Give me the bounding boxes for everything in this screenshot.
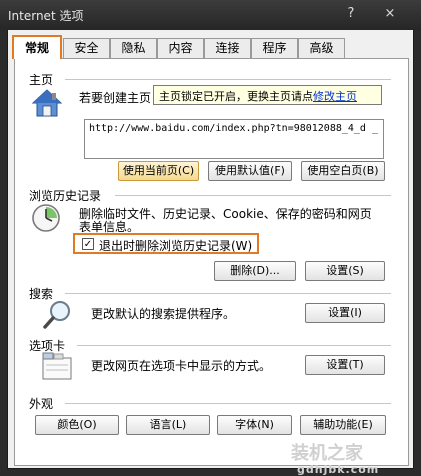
tab-connections[interactable]: 连接 <box>204 38 251 58</box>
colors-button[interactable]: 颜色(O) <box>35 415 119 435</box>
tab-advanced[interactable]: 高级 <box>298 38 345 58</box>
homepage-section-label: 主页 <box>29 73 54 87</box>
delete-history-button[interactable]: 删除(D)... <box>214 261 296 281</box>
fonts-button[interactable]: 字体(N) <box>217 415 292 435</box>
tabbed-window-icon <box>41 351 73 381</box>
homepage-description: 若要创建主页 <box>79 91 152 105</box>
modify-homepage-link[interactable]: 修改主页 <box>313 90 357 103</box>
use-default-button[interactable]: 使用默认值(F) <box>208 161 292 181</box>
tabs-settings-button[interactable]: 设置(T) <box>305 355 385 375</box>
tabs-description: 更改网页在选项卡中显示的方式。 <box>91 359 272 373</box>
tooltip-text: 主页锁定已开启，更换主页请点 <box>159 90 313 103</box>
internet-options-dialog: 常规 安全 隐私 内容 连接 程序 高级 主页 若要创建主页 主页锁定已开启，更… <box>7 30 414 476</box>
accessibility-button[interactable]: 辅助功能(E) <box>300 415 386 435</box>
close-icon[interactable]: × <box>380 4 400 24</box>
homepage-url-field[interactable]: http://www.baidu.com/index.php?tn=980120… <box>84 119 384 159</box>
magnifier-icon <box>41 299 73 331</box>
use-blank-button[interactable]: 使用空白页(B) <box>301 161 385 181</box>
history-settings-button[interactable]: 设置(S) <box>305 261 385 281</box>
house-icon <box>31 87 63 119</box>
tabs-divider <box>77 345 391 346</box>
tab-content[interactable]: 内容 <box>157 38 204 58</box>
watermark-brand: 装机之家 <box>291 443 363 464</box>
appearance-section-label: 外观 <box>29 397 54 411</box>
homepage-divider <box>65 79 391 80</box>
search-divider <box>65 293 391 294</box>
general-panel: 主页 若要创建主页 主页锁定已开启，更换主页请点修改主页 http://www.… <box>14 58 409 476</box>
history-section-label: 浏览历史记录 <box>29 189 102 203</box>
tab-programs[interactable]: 程序 <box>251 38 298 58</box>
help-icon[interactable]: ? <box>341 4 361 24</box>
watermark-url: gdhjbk.com <box>297 463 380 476</box>
search-settings-button[interactable]: 设置(I) <box>305 303 385 323</box>
tab-privacy[interactable]: 隐私 <box>110 38 157 58</box>
appearance-divider <box>65 403 391 404</box>
delete-on-exit-label[interactable]: 退出时删除浏览历史记录(W) <box>99 237 252 254</box>
search-description: 更改默认的搜索提供程序。 <box>91 307 236 321</box>
history-divider <box>115 195 391 196</box>
languages-button[interactable]: 语言(L) <box>126 415 210 435</box>
delete-on-exit-highlight: ✓ 退出时删除浏览历史记录(W) <box>73 233 259 254</box>
homepage-lock-tooltip: 主页锁定已开启，更换主页请点修改主页 <box>153 85 382 105</box>
delete-on-exit-checkbox[interactable]: ✓ <box>82 238 94 250</box>
clock-icon <box>31 203 61 233</box>
use-current-button[interactable]: 使用当前页(C) <box>118 161 199 181</box>
title-bar: Internet 选项 ? × <box>0 0 421 30</box>
tab-security[interactable]: 安全 <box>63 38 110 58</box>
tab-general[interactable]: 常规 <box>12 35 62 59</box>
window-title: Internet 选项 <box>8 9 84 23</box>
